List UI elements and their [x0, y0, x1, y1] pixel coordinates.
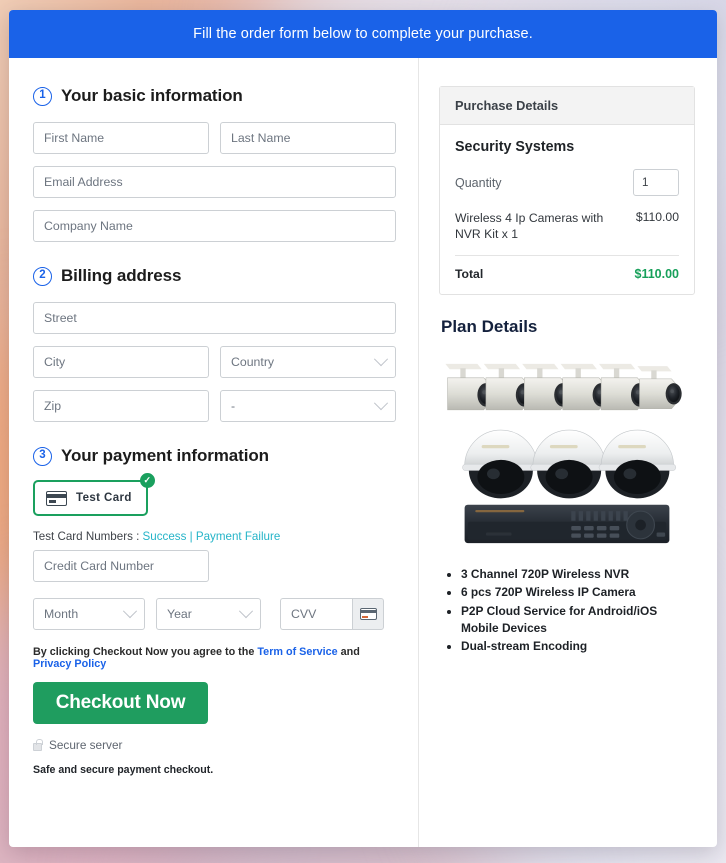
step-number-1: 1 — [33, 86, 52, 106]
state-select[interactable]: - — [220, 390, 396, 422]
order-form-column: 1 Your basic information First Name Last… — [9, 58, 419, 847]
credit-card-icon — [46, 490, 67, 506]
cvv-group: CVV — [280, 598, 384, 630]
section-title-payment-information: Your payment information — [61, 446, 269, 465]
list-item: 6 pcs 720P Wireless IP Camera — [461, 584, 695, 601]
company-name-placeholder: Company Name — [44, 219, 133, 233]
company-row: Company Name — [33, 210, 396, 242]
expiry-cvv-row: Month Year CVV — [33, 598, 396, 630]
street-row: Street — [33, 302, 396, 334]
total-amount: $110.00 — [634, 267, 680, 282]
last-name-input[interactable]: Last Name — [220, 122, 396, 154]
quantity-input[interactable] — [633, 169, 679, 196]
credit-card-number-placeholder: Credit Card Number — [44, 559, 155, 573]
street-input[interactable]: Street — [33, 302, 396, 334]
product-image-security-system — [445, 364, 682, 544]
state-selected-value: - — [231, 399, 236, 413]
plan-details-title: Plan Details — [441, 317, 538, 337]
product-name: Security Systems — [455, 139, 575, 155]
city-placeholder: City — [44, 355, 66, 369]
checkout-now-button[interactable]: Checkout Now — [33, 682, 208, 724]
agreement-prefix: By clicking Checkout Now you agree to th… — [33, 646, 258, 658]
last-name-placeholder: Last Name — [231, 131, 291, 145]
test-card-option[interactable]: Test Card — [33, 480, 148, 516]
section-heading-basic-information: 1 Your basic information — [33, 86, 396, 106]
section-title-basic-information: Your basic information — [61, 86, 243, 105]
page-banner: Fill the order form below to complete yo… — [9, 10, 717, 58]
first-name-input[interactable]: First Name — [33, 122, 209, 154]
test-card-numbers-label: Test Card Numbers : — [33, 530, 140, 543]
purchase-details-body: Security Systems Quantity Wireless 4 Ip … — [440, 125, 694, 294]
section-title-billing-address: Billing address — [61, 266, 182, 285]
city-input[interactable]: City — [33, 346, 209, 378]
email-input[interactable]: Email Address — [33, 166, 396, 198]
email-placeholder: Email Address — [44, 175, 123, 189]
expiry-year-select[interactable]: Year — [156, 598, 261, 630]
step-number-2: 2 — [33, 266, 52, 286]
list-item: P2P Cloud Service for Android/iOS Mobile… — [461, 603, 695, 638]
country-selected-value: Country — [231, 355, 275, 369]
test-card-label: Test Card — [76, 492, 132, 504]
chevron-down-icon — [373, 396, 389, 411]
cvv-placeholder: CVV — [291, 607, 317, 621]
line-item-description: Wireless 4 Ip Cameras with NVR Kit x 1 — [455, 211, 604, 242]
credit-card-number-input[interactable]: Credit Card Number — [33, 550, 209, 582]
name-fields-row: First Name Last Name — [33, 122, 396, 154]
purchase-summary-column: Purchase Details Security Systems Quanti… — [419, 58, 717, 847]
zip-input[interactable]: Zip — [33, 390, 209, 422]
card-number-row: Credit Card Number — [33, 550, 396, 582]
section-heading-payment-information: 3 Your payment information — [33, 446, 396, 466]
test-card-links-separator: | — [189, 530, 193, 543]
terms-of-service-link[interactable]: Term of Service — [257, 646, 337, 658]
line-item-row: Wireless 4 Ip Cameras with NVR Kit x 1 $… — [455, 210, 679, 257]
total-label: Total — [455, 267, 484, 282]
secure-server-row: Secure server — [33, 738, 396, 752]
street-placeholder: Street — [44, 311, 77, 325]
expiry-month-selected-value: Month — [44, 607, 79, 621]
country-select[interactable]: Country — [220, 346, 396, 378]
chevron-down-icon — [373, 352, 389, 367]
check-circle-icon: ✓ — [139, 473, 155, 488]
plan-features-list: 3 Channel 720P Wireless NVR 6 pcs 720P W… — [439, 566, 695, 655]
banner-text: Fill the order form below to complete yo… — [193, 26, 533, 42]
first-name-placeholder: First Name — [44, 131, 105, 145]
privacy-policy-link[interactable]: Privacy Policy — [33, 658, 106, 670]
secure-server-label: Secure server — [49, 738, 123, 752]
purchase-details-header: Purchase Details — [440, 87, 694, 125]
agreement-middle: and — [337, 646, 360, 658]
list-item: 3 Channel 720P Wireless NVR — [461, 566, 695, 583]
safe-checkout-note: Safe and secure payment checkout. — [33, 764, 214, 776]
email-row: Email Address — [33, 166, 396, 198]
expiry-year-selected-value: Year — [167, 607, 192, 621]
chevron-down-icon — [122, 604, 138, 619]
test-card-success-link[interactable]: Success — [143, 530, 187, 543]
page-body: 1 Your basic information First Name Last… — [9, 58, 717, 847]
agreement-text: By clicking Checkout Now you agree to th… — [33, 646, 396, 670]
company-name-input[interactable]: Company Name — [33, 210, 396, 242]
section-heading-billing-address: 2 Billing address — [33, 266, 396, 286]
expiry-month-select[interactable]: Month — [33, 598, 145, 630]
cvv-help-button[interactable] — [352, 598, 384, 630]
chevron-down-icon — [238, 604, 254, 619]
zip-state-row: Zip - — [33, 390, 396, 422]
quantity-row: Quantity — [455, 169, 679, 196]
card-back-icon — [359, 608, 377, 620]
city-country-row: City Country — [33, 346, 396, 378]
zip-placeholder: Zip — [44, 399, 62, 413]
test-card-numbers-row: Test Card Numbers : Success | Payment Fa… — [33, 530, 396, 543]
list-item: Dual-stream Encoding — [461, 638, 695, 655]
total-row: Total $110.00 — [455, 256, 679, 281]
quantity-label: Quantity — [455, 175, 502, 190]
cvv-input[interactable]: CVV — [280, 598, 352, 630]
line-item-amount: $110.00 — [635, 210, 679, 224]
test-card-option-wrapper: Test Card ✓ — [33, 473, 155, 516]
checkout-page-card: Fill the order form below to complete yo… — [9, 10, 717, 847]
purchase-details-card: Purchase Details Security Systems Quanti… — [439, 86, 695, 296]
lock-icon — [33, 738, 43, 751]
test-card-failure-link[interactable]: Payment Failure — [196, 530, 280, 543]
step-number-3: 3 — [33, 446, 52, 466]
